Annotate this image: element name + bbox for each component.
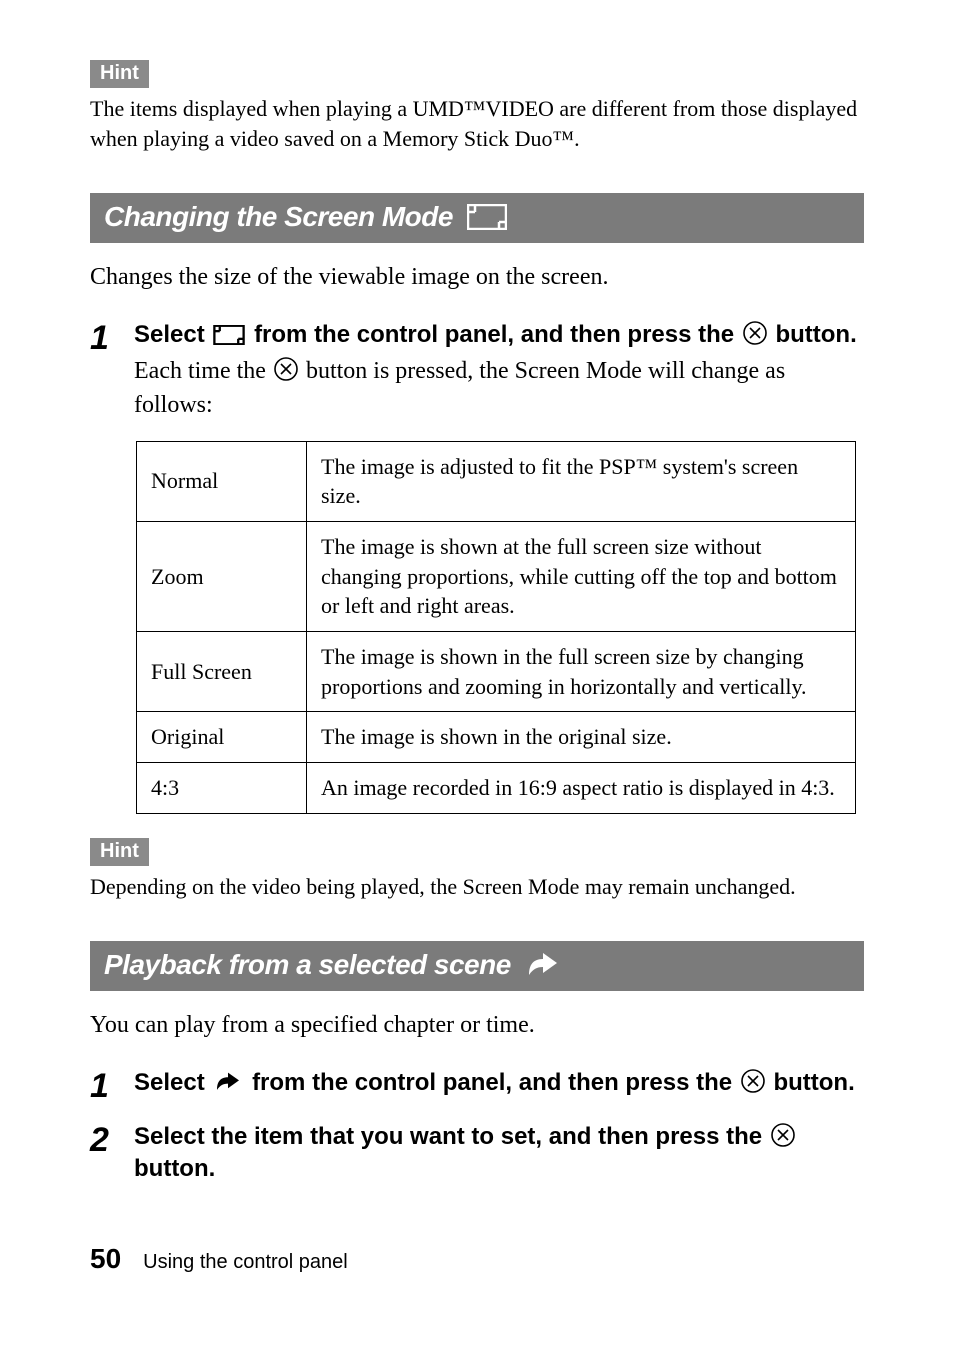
step-1-screen-mode: 1 Select from the control panel, and the… — [90, 319, 864, 423]
text: button. — [134, 1155, 215, 1182]
step-title: Select the item that you want to set, an… — [134, 1121, 864, 1186]
hint-text-mid: Depending on the video being played, the… — [90, 872, 864, 902]
text: Each time the — [134, 358, 272, 384]
screen-mode-icon — [213, 325, 245, 345]
screen-mode-table: Normal The image is adjusted to fit the … — [136, 441, 856, 814]
text: Select the item that you want to set, an… — [134, 1123, 769, 1150]
goto-arrow-icon — [213, 1071, 243, 1093]
mode-name: 4:3 — [137, 763, 307, 814]
section-heading-playback-scene: Playback from a selected scene — [90, 941, 864, 991]
table-row: 4:3 An image recorded in 16:9 aspect rat… — [137, 763, 856, 814]
text: from the control panel, and then press t… — [252, 1069, 739, 1096]
text: button. — [773, 1069, 854, 1096]
step-description: Each time the button is pressed, the Scr… — [134, 355, 864, 422]
step-number: 1 — [90, 319, 116, 423]
mode-desc: An image recorded in 16:9 aspect ratio i… — [307, 763, 856, 814]
footer-title: Using the control panel — [143, 1251, 348, 1274]
hint-badge: Hint — [90, 838, 149, 866]
section-heading-screen-mode: Changing the Screen Mode — [90, 193, 864, 243]
mode-name: Full Screen — [137, 631, 307, 711]
table-row: Zoom The image is shown at the full scre… — [137, 521, 856, 631]
mode-desc: The image is shown in the full screen si… — [307, 631, 856, 711]
mode-desc: The image is shown at the full screen si… — [307, 521, 856, 631]
cross-button-icon — [771, 1123, 795, 1147]
step-1-playback: 1 Select from the control panel, and the… — [90, 1067, 864, 1103]
cross-button-icon — [741, 1069, 765, 1093]
section-lead: Changes the size of the viewable image o… — [90, 261, 864, 295]
goto-arrow-icon — [525, 951, 561, 979]
page-footer: 50 Using the control panel — [90, 1243, 348, 1275]
section-title: Changing the Screen Mode — [104, 201, 453, 233]
step-2-playback: 2 Select the item that you want to set, … — [90, 1121, 864, 1186]
step-number: 1 — [90, 1067, 116, 1103]
table-row: Normal The image is adjusted to fit the … — [137, 441, 856, 521]
text: from the control panel, and then press t… — [254, 321, 741, 348]
screen-mode-icon — [467, 204, 507, 230]
text: Select — [134, 1069, 211, 1096]
page-number: 50 — [90, 1243, 121, 1275]
hint-badge: Hint — [90, 60, 149, 88]
text: Select — [134, 321, 211, 348]
table-row: Original The image is shown in the origi… — [137, 712, 856, 763]
section-lead: You can play from a specified chapter or… — [90, 1009, 864, 1043]
hint-text-top: The items displayed when playing a UMD™V… — [90, 94, 864, 153]
section-title: Playback from a selected scene — [104, 949, 511, 981]
mode-desc: The image is adjusted to fit the PSP™ sy… — [307, 441, 856, 521]
step-number: 2 — [90, 1121, 116, 1186]
text: button. — [775, 321, 856, 348]
step-title: Select from the control panel, and then … — [134, 1067, 864, 1099]
cross-button-icon — [743, 321, 767, 345]
step-title: Select from the control panel, and then … — [134, 319, 864, 351]
mode-name: Normal — [137, 441, 307, 521]
mode-name: Zoom — [137, 521, 307, 631]
cross-button-icon — [274, 357, 298, 381]
mode-desc: The image is shown in the original size. — [307, 712, 856, 763]
mode-name: Original — [137, 712, 307, 763]
table-row: Full Screen The image is shown in the fu… — [137, 631, 856, 711]
